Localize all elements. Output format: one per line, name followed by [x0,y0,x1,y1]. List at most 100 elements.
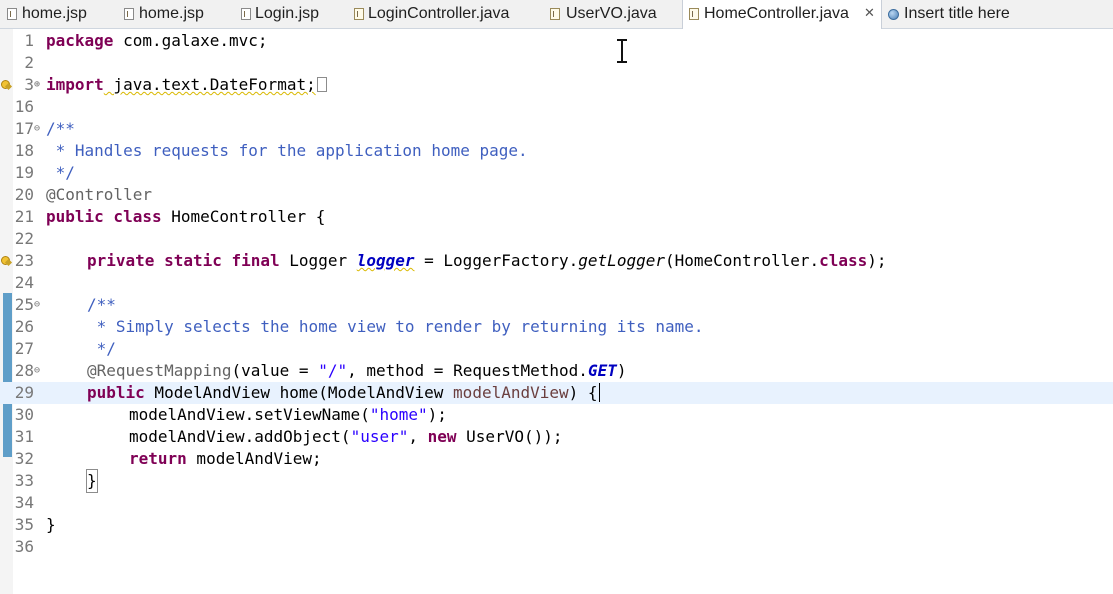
code-editor[interactable]: 1 package com.galaxe.mvc; 2 3 ⊕ import j… [0,29,1113,594]
code-text: modelAndView.setViewName( [129,405,370,424]
string-literal: "user" [350,427,409,446]
code-text: ); [427,405,447,424]
tab-label: Login.jsp [255,5,320,22]
java-file-icon [550,8,560,20]
code-line: 33 } [0,469,1113,493]
code-line: 20 @Controller [0,184,1113,206]
java-file-icon [354,8,364,20]
line-number: 32 [14,449,34,468]
code-line: 1 package com.galaxe.mvc; [0,30,1113,52]
code-line: 31 modelAndView.addObject("user", new Us… [0,426,1113,448]
line-number: 33 [14,471,34,490]
annotation: @Controller [46,185,152,204]
code-line: 27 */ [0,338,1113,360]
code-line: 2 [0,52,1113,74]
fold-collapse-icon[interactable]: ⊖ [34,118,40,140]
code-line: 28 ⊖ @RequestMapping(value = "/", method… [0,360,1113,382]
code-text: , method = RequestMethod. [347,361,588,380]
code-text: modelAndView; [186,449,322,468]
code-text: ) { [568,383,598,402]
constant-name: GET [587,361,617,380]
line-number: 29 [14,383,34,402]
ibeam-cursor-icon [616,39,628,63]
comment: /** [46,119,75,138]
line-number: 22 [14,229,34,248]
tab-homecontroller-java[interactable]: HomeController.java ✕ [682,0,882,29]
line-number: 30 [14,405,34,424]
tab-insert-title-here[interactable]: Insert title here [884,0,1044,28]
line-number: 17 [14,119,34,138]
annotation: @RequestMapping [87,361,232,380]
tab-uservo-java[interactable]: UserVO.java [546,0,680,28]
parameter-name: modelAndView [453,383,569,402]
field-name: logger [356,251,415,270]
tab-label: Insert title here [904,5,1010,22]
line-number: 26 [14,317,34,336]
code-text: ); [867,251,887,270]
code-text: (value = [231,361,319,380]
comment: /** [87,295,116,314]
code-line: 3 ⊕ import java.text.DateFormat; [0,74,1113,96]
jsp-file-icon [7,8,17,20]
editor-tab-bar: home.jsp home.jsp Login.jsp LoginControl… [0,0,1113,29]
jsp-file-icon [241,8,251,20]
code-text: modelAndView.addObject( [129,427,351,446]
keyword: return [129,449,187,468]
line-number: 31 [14,427,34,446]
comment: * Simply selects the home view to render… [87,317,704,336]
tab-label: home.jsp [22,5,87,22]
tab-label: HomeController.java [704,5,849,22]
fold-collapse-icon[interactable]: ⊖ [34,360,40,382]
tab-logincontroller-java[interactable]: LoginController.java [350,0,544,28]
code-text: HomeController { [161,207,326,226]
code-text: Logger [279,251,357,270]
keyword: import [46,75,104,94]
line-number: 20 [14,185,34,204]
keyword: package [46,31,114,50]
code-line: 16 [0,96,1113,118]
code-text: UserVO()); [456,427,563,446]
code-text: , [408,427,428,446]
tab-login-jsp[interactable]: Login.jsp [236,0,348,28]
code-text: ) [616,361,627,380]
keyword: class [819,251,868,270]
code-line: 22 [0,228,1113,250]
jsp-file-icon [124,8,134,20]
folded-code-icon[interactable] [316,77,327,92]
line-number: 3 [24,75,34,94]
code-text: java.text.DateFormat; [103,75,316,94]
code-line: 21 public class HomeController { [0,206,1113,228]
tab-label: home.jsp [139,5,204,22]
line-number: 18 [14,141,34,160]
comment: */ [87,339,116,358]
tab-label: UserVO.java [566,5,657,22]
line-number: 19 [14,163,34,182]
code-text: ModelAndView home(ModelAndView [144,383,454,402]
tab-home-jsp-2[interactable]: home.jsp [118,0,234,28]
string-literal: "/" [318,361,348,380]
code-text: } [46,515,56,534]
code-line: 24 [0,272,1113,294]
comment: * Handles requests for the application h… [46,141,528,160]
line-number: 21 [14,207,34,226]
code-text: (HomeController. [664,251,820,270]
line-number: 23 [14,251,34,270]
line-number: 36 [14,537,34,556]
fold-collapse-icon[interactable]: ⊖ [34,294,40,316]
line-number: 27 [14,339,34,358]
close-icon[interactable]: ✕ [864,0,875,26]
keyword: new [427,427,457,446]
current-code-line: 29 public ModelAndView home(ModelAndView… [0,382,1113,404]
line-number: 1 [24,31,34,50]
code-line: 35 } [0,514,1113,536]
keyword: public class [46,207,162,226]
line-number: 35 [14,515,34,534]
java-file-icon [689,8,699,20]
code-line: 17 ⊖ /** [0,118,1113,140]
fold-expand-icon[interactable]: ⊕ [34,74,40,96]
code-line: 23 private static final Logger logger = … [0,250,1113,272]
matching-bracket: } [86,469,98,493]
tab-home-jsp-1[interactable]: home.jsp [0,0,116,28]
code-line: 36 [0,536,1113,558]
string-literal: "home" [369,405,428,424]
